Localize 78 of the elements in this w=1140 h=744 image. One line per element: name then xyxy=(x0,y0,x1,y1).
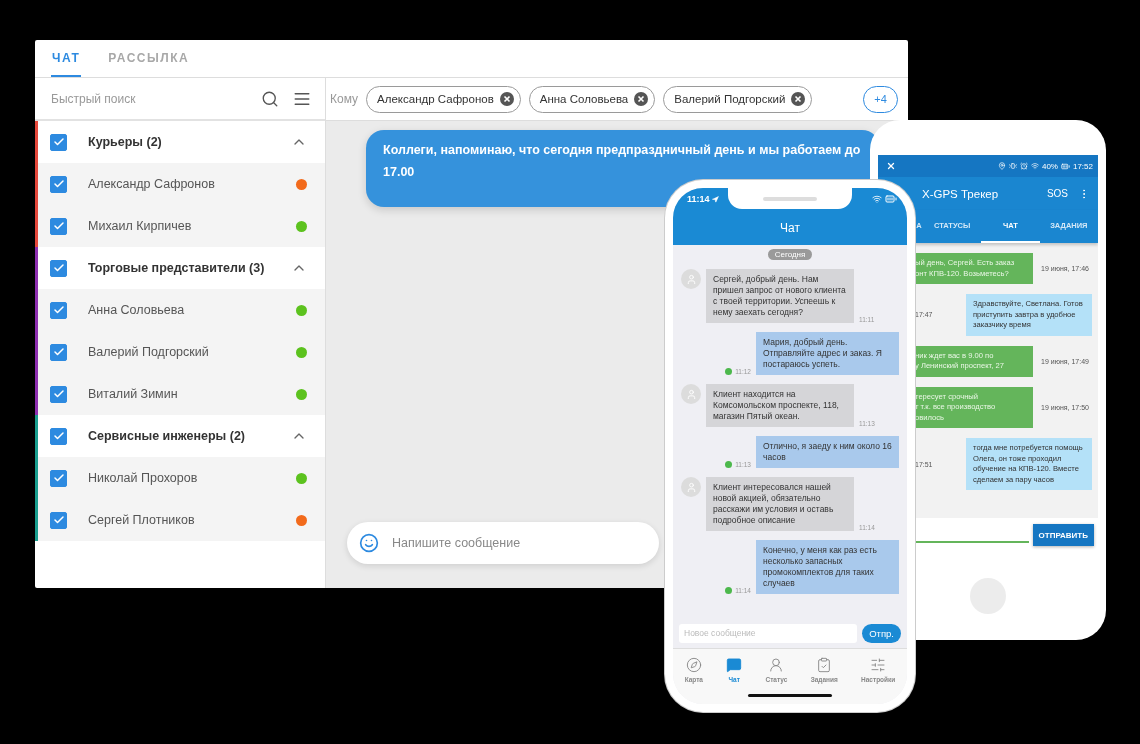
sliders-icon xyxy=(870,656,887,673)
tab[interactable]: РАССЫЛКА xyxy=(107,40,191,77)
checkbox[interactable] xyxy=(50,343,67,361)
checkbox[interactable] xyxy=(50,469,67,487)
checkbox[interactable] xyxy=(50,217,67,235)
remove-icon[interactable] xyxy=(499,92,514,106)
compass-icon xyxy=(685,656,702,673)
checkbox[interactable] xyxy=(50,301,67,319)
group-name: Торговые представители (3) xyxy=(88,261,266,275)
delivered-icon xyxy=(725,587,733,594)
location-icon xyxy=(997,162,1006,170)
contact-name: Александр Сафронов xyxy=(88,177,216,191)
location-icon xyxy=(711,195,719,203)
screen-title: Чат xyxy=(779,219,801,237)
contact-name: Анна Соловьева xyxy=(88,303,186,317)
status-time: 17:52 xyxy=(1072,161,1093,171)
message-bubble: Мария, добрый день. Отправляйте адрес и заказ. Я постараюсь успеть. xyxy=(756,332,899,375)
alarm-icon xyxy=(1019,162,1028,170)
message-bubble: Клиент интересовался нашей новой акцией, обязательно расскажи им условия и оставь подробное описание xyxy=(706,477,854,531)
sos-button[interactable]: SOS xyxy=(1046,188,1068,199)
recipient-name: Валерий Подгорский xyxy=(674,93,786,105)
more-recipients-button[interactable]: +4 xyxy=(863,85,898,113)
tab[interactable]: ЧАТ xyxy=(51,40,82,77)
battery-percent: 40% xyxy=(1041,161,1058,171)
checkbox[interactable] xyxy=(50,385,67,403)
status-time: 11:14 xyxy=(687,194,710,204)
battery-icon xyxy=(1060,161,1070,171)
check-icon xyxy=(52,430,65,442)
recipient-name: Александр Сафронов xyxy=(377,93,494,105)
contact-name: Сергей Плотников xyxy=(88,513,196,527)
check-icon xyxy=(52,136,65,148)
check-icon xyxy=(52,514,65,526)
clipboard-icon xyxy=(816,656,833,673)
delivered-icon xyxy=(725,368,733,375)
checkbox[interactable] xyxy=(50,427,67,445)
checkbox[interactable] xyxy=(50,511,67,529)
message-field[interactable]: Напишите сообщение xyxy=(347,522,659,564)
check-icon xyxy=(52,178,65,190)
search-icon[interactable] xyxy=(261,89,279,108)
group-name: Сервисные инженеры (2) xyxy=(88,429,247,443)
check-icon xyxy=(52,220,65,232)
vibrate-icon xyxy=(1008,162,1017,170)
close-icon xyxy=(886,161,896,171)
check-icon xyxy=(52,262,65,274)
checkbox[interactable] xyxy=(50,259,67,277)
contact-name: Валерий Подгорский xyxy=(88,345,210,359)
message-bubble: Клиент находится на Комсомольском проспекте, 118, магазин Пятый океан. xyxy=(706,384,854,427)
recipients-label: Кому xyxy=(330,92,359,106)
contact-name: Николай Прохоров xyxy=(88,471,199,485)
checkbox[interactable] xyxy=(50,133,67,151)
check-icon xyxy=(52,472,65,484)
remove-icon[interactable] xyxy=(791,92,806,106)
app-title: X-GPS Трекер xyxy=(922,187,1000,200)
recipient-name: Анна Соловьева xyxy=(539,93,629,105)
contact-name: Виталий Зимин xyxy=(88,387,179,401)
battery-icon xyxy=(885,193,897,205)
chat-icon xyxy=(726,656,743,673)
avatar-icon xyxy=(681,477,701,497)
check-icon xyxy=(52,388,65,400)
message-field[interactable]: Новое сообщение xyxy=(679,623,858,643)
check-icon xyxy=(52,346,65,358)
wifi-icon xyxy=(872,194,882,204)
check-icon xyxy=(52,304,65,316)
user-icon xyxy=(768,656,785,673)
group-name: Курьеры (2) xyxy=(88,135,163,149)
send-button[interactable]: Отпр. xyxy=(862,623,901,643)
emoji-icon[interactable] xyxy=(359,533,379,553)
checkbox[interactable] xyxy=(50,175,67,193)
avatar-icon xyxy=(681,384,701,404)
date-label: Сегодня xyxy=(767,249,813,260)
message-bubble: Отлично, я заеду к ним около 16 часов xyxy=(756,436,899,468)
delivered-icon xyxy=(725,461,733,468)
message-bubble: Конечно, у меня как раз есть несколько запасных промокомплектов для таких случаев xyxy=(756,540,899,594)
send-button[interactable]: ОТПРАВИТЬ xyxy=(1032,524,1094,546)
remove-icon[interactable] xyxy=(634,92,649,106)
contact-name: Михаил Кирпичев xyxy=(88,219,193,233)
avatar-icon xyxy=(681,269,701,289)
message-bubble: Сергей, добрый день. Нам пришел запрос от нового клиента с твоей территории. Успеешь к нему заехать сегодня? xyxy=(706,269,854,323)
